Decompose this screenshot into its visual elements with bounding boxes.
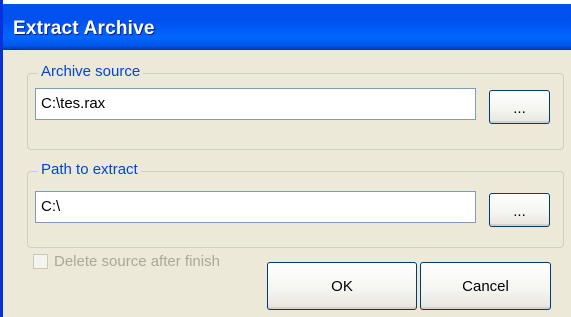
archive-source-input[interactable]: C:\tes.rax: [35, 88, 476, 120]
path-to-extract-browse-button[interactable]: ...: [489, 193, 550, 227]
title-bar-top-edge: [3, 0, 571, 4]
delete-source-label: Delete source after finish: [54, 253, 220, 270]
window-title: Extract Archive: [13, 18, 155, 39]
path-to-extract-input[interactable]: C:\: [35, 191, 476, 223]
delete-source-checkbox[interactable]: [33, 254, 48, 269]
extract-archive-dialog: Extract Archive Archive source C:\tes.ra…: [0, 0, 571, 317]
archive-source-label: Archive source: [38, 63, 144, 80]
archive-source-browse-button[interactable]: ...: [489, 90, 550, 124]
ok-button[interactable]: OK: [267, 262, 417, 310]
title-bar[interactable]: Extract Archive: [3, 0, 571, 50]
path-to-extract-label: Path to extract: [38, 161, 141, 178]
cancel-button[interactable]: Cancel: [420, 262, 551, 310]
